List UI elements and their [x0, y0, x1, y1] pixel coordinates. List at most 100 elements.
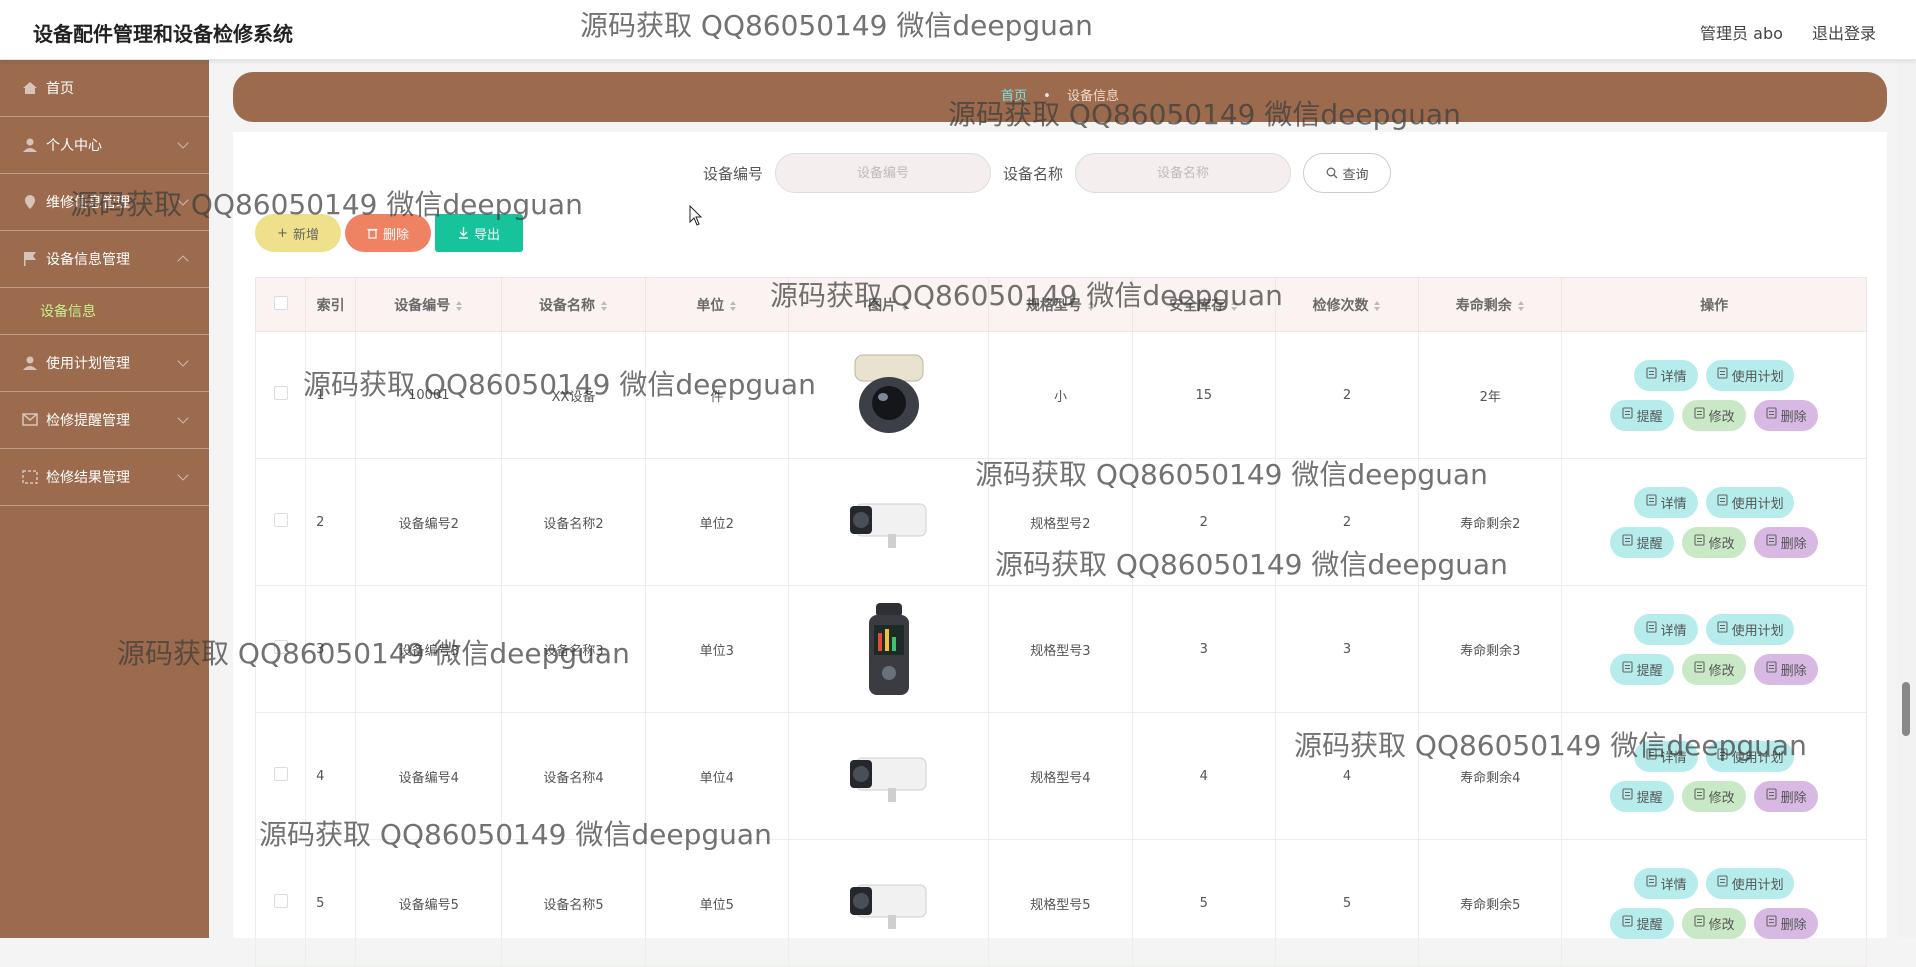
- select-all-checkbox[interactable]: [273, 295, 288, 310]
- sidebar-item-label: 检修提醒管理: [46, 413, 130, 429]
- remind-button-label: 提醒: [1636, 409, 1663, 425]
- document-icon: [1646, 367, 1657, 383]
- chevron-down-icon: [177, 355, 189, 367]
- remind-button[interactable]: 提醒: [1610, 780, 1675, 812]
- user-area: 管理员 abo 退出登录: [1676, 20, 1876, 44]
- sidebar-item-usage-plan[interactable]: 使用计划管理: [0, 335, 209, 392]
- detail-button-label: 详情: [1660, 877, 1687, 893]
- column-header-life[interactable]: 寿命剩余: [1418, 277, 1563, 332]
- sidebar-item-personal-center[interactable]: 个人中心: [0, 117, 209, 174]
- recorder-device-image[interactable]: [848, 601, 930, 697]
- flag-icon: [24, 252, 36, 266]
- watermark: 源码获取 QQ86050149 微信deepguan: [995, 548, 1508, 581]
- document-icon: [1622, 915, 1633, 931]
- remind-button-label: 提醒: [1636, 536, 1663, 552]
- bullet-camera-image[interactable]: [848, 728, 930, 824]
- watermark: 源码获取 QQ86050149 微信deepguan: [303, 368, 816, 401]
- delete-button[interactable]: 删除: [1754, 526, 1819, 558]
- sort-icon[interactable]: [456, 300, 463, 311]
- detail-button[interactable]: 详情: [1634, 486, 1699, 518]
- edit-button[interactable]: 修改: [1682, 653, 1747, 685]
- grid-icon: [22, 470, 38, 484]
- row-checkbox[interactable]: [273, 894, 288, 908]
- scrollbar-thumb[interactable]: [1902, 682, 1910, 736]
- detail-button[interactable]: 详情: [1634, 359, 1699, 391]
- cell-stock: 4: [1131, 712, 1276, 840]
- device-name-input[interactable]: [1075, 153, 1292, 193]
- cell-device-name: 设备名称2: [501, 458, 646, 586]
- row-checkbox[interactable]: [273, 386, 288, 400]
- pencil-icon: [1694, 534, 1705, 550]
- edit-button[interactable]: 修改: [1682, 399, 1747, 431]
- delete-button[interactable]: 删除: [1754, 907, 1819, 939]
- cell-inspection-times: 3: [1274, 585, 1420, 713]
- usage-plan-button-label: 使用计划: [1731, 623, 1784, 639]
- document-icon: [1622, 534, 1633, 550]
- device-code-input[interactable]: [775, 153, 992, 193]
- sidebar-item-inspection-reminder[interactable]: 检修提醒管理: [0, 392, 209, 449]
- remind-button[interactable]: 提醒: [1610, 907, 1675, 939]
- watermark: 源码获取 QQ86050149 微信deepguan: [770, 279, 1283, 312]
- vertical-scrollbar[interactable]: [1897, 60, 1916, 938]
- cell-spec: 规格型号3: [988, 585, 1133, 713]
- usage-plan-button[interactable]: 使用计划: [1706, 613, 1795, 645]
- bullet-camera-image[interactable]: [848, 474, 930, 570]
- cell-life-remaining: 寿命剩余3: [1418, 585, 1563, 713]
- remind-button[interactable]: 提醒: [1610, 526, 1675, 558]
- column-header-index: 索引: [305, 277, 357, 332]
- query-button[interactable]: 查询: [1303, 153, 1392, 193]
- sort-icon[interactable]: [730, 300, 737, 311]
- sidebar-item-home[interactable]: 首页: [0, 60, 209, 117]
- pencil-icon: [1694, 788, 1705, 804]
- cell-image: [787, 712, 990, 840]
- row-checkbox[interactable]: [273, 513, 288, 527]
- usage-plan-button[interactable]: 使用计划: [1706, 486, 1795, 518]
- logout-link[interactable]: 退出登录: [1812, 24, 1876, 43]
- remind-button-label: 提醒: [1636, 663, 1663, 679]
- cell-image: [787, 839, 990, 967]
- sidebar-item-label: 使用计划管理: [46, 356, 130, 372]
- column-header-code[interactable]: 设备编号: [355, 277, 503, 332]
- cell-device-name: 设备名称5: [501, 839, 646, 967]
- sidebar-item-device-info-mgmt[interactable]: 设备信息管理: [0, 231, 209, 288]
- remind-button-label: 提醒: [1636, 790, 1663, 806]
- edit-button[interactable]: 修改: [1682, 526, 1747, 558]
- column-header-unit[interactable]: 单位: [644, 277, 789, 332]
- pencil-icon: [1694, 661, 1705, 677]
- delete-button[interactable]: 删除: [1754, 399, 1819, 431]
- usage-plan-button-label: 使用计划: [1731, 877, 1784, 893]
- edit-button[interactable]: 修改: [1682, 907, 1747, 939]
- sort-icon[interactable]: [1374, 300, 1381, 311]
- sort-icon[interactable]: [1517, 300, 1525, 311]
- sidebar-item-inspection-result[interactable]: 检修结果管理: [0, 449, 209, 506]
- app-title: 设备配件管理和设备检修系统: [33, 22, 293, 46]
- watermark: 源码获取 QQ86050149 微信deepguan: [948, 98, 1461, 131]
- detail-button[interactable]: 详情: [1634, 867, 1699, 899]
- cell-device-code: 设备编号2: [355, 458, 503, 586]
- device-code-label: 设备编号: [703, 164, 764, 183]
- sidebar-subitem-device-info[interactable]: 设备信息: [0, 288, 209, 335]
- search-icon: [1326, 167, 1337, 179]
- dome-camera-image[interactable]: [848, 347, 930, 443]
- detail-button[interactable]: 详情: [1634, 613, 1699, 645]
- column-header-times[interactable]: 检修次数: [1274, 277, 1420, 332]
- home-icon: [23, 82, 37, 94]
- cell-index: 5: [305, 839, 357, 967]
- column-header-name[interactable]: 设备名称: [501, 277, 646, 332]
- row-checkbox[interactable]: [273, 767, 288, 781]
- remind-button[interactable]: 提醒: [1610, 399, 1675, 431]
- usage-plan-button[interactable]: 使用计划: [1706, 359, 1795, 391]
- export-label: 导出: [473, 227, 500, 243]
- detail-button-label: 详情: [1660, 369, 1687, 385]
- bullet-camera-image[interactable]: [848, 855, 930, 951]
- delete-button[interactable]: 删除: [1754, 653, 1819, 685]
- usage-plan-button[interactable]: 使用计划: [1706, 867, 1795, 899]
- sidebar-item-label: 检修结果管理: [46, 470, 130, 486]
- edit-button[interactable]: 修改: [1682, 780, 1747, 812]
- delete-button[interactable]: 删除: [1754, 780, 1819, 812]
- user-icon: [23, 356, 37, 370]
- sort-icon[interactable]: [601, 300, 608, 311]
- cell-stock: 15: [1131, 331, 1276, 459]
- document-icon: [1646, 494, 1657, 510]
- remind-button[interactable]: 提醒: [1610, 653, 1675, 685]
